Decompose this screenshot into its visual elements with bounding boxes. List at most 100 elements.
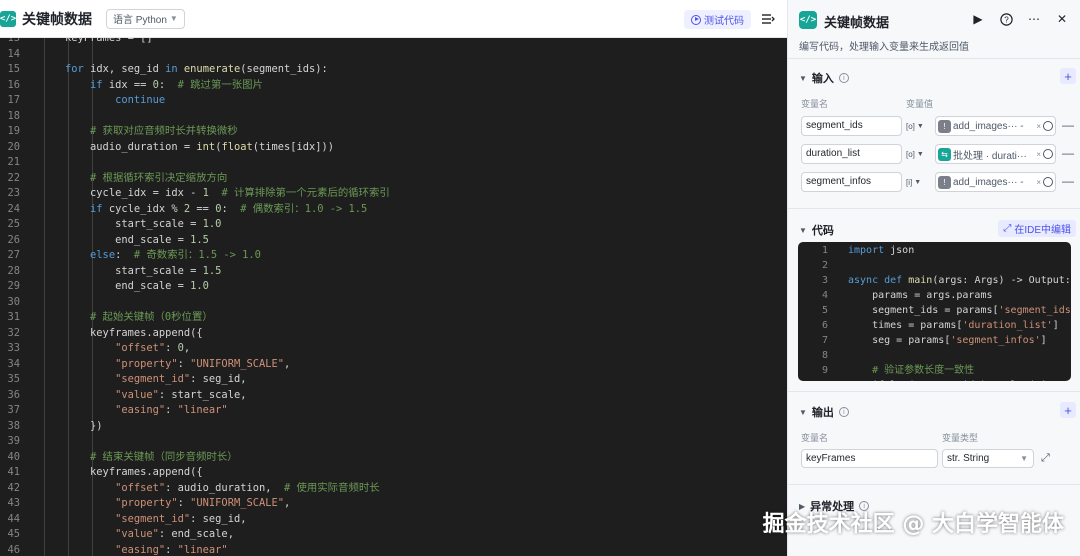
remove-input-icon[interactable]: —	[1062, 118, 1074, 132]
code-line: 15 for idx, seg_id in enumerate(segment_…	[0, 62, 787, 78]
test-code-button[interactable]: 测试代码	[684, 10, 751, 29]
output-section-header[interactable]: ▼ 输出 i	[799, 404, 849, 420]
input-type-select[interactable]: [i] ▼	[906, 172, 936, 192]
language-select[interactable]: 语言 Python ▼	[106, 8, 185, 29]
code-token: 'duration_list'	[962, 320, 1053, 331]
input-type-select[interactable]: [o] ▼	[906, 116, 936, 136]
code-section-header[interactable]: ▼ 代码	[799, 222, 834, 238]
code-token: cycle_idx = idx -	[40, 187, 203, 199]
node-badge-icon: ⇆	[938, 147, 951, 161]
code-token: :	[177, 357, 191, 370]
line-text: "property": "UNIFORM_SCALE",	[40, 496, 290, 512]
code-token: "segment_id"	[115, 373, 191, 385]
editor-header: </> 关键帧数据 语言 Python ▼ 测试代码	[0, 0, 787, 38]
input-col-value-label: 变量值	[906, 99, 934, 109]
line-text: end_scale = 1.5	[40, 233, 209, 249]
line-number: 29	[7, 280, 20, 292]
edit-in-ide-button[interactable]: ⤢ 在IDE中编辑	[998, 220, 1076, 237]
input-name-field[interactable]: segment_infos	[801, 172, 902, 192]
code-token: keyFrames = []	[40, 38, 153, 44]
code-token: "offset"	[115, 481, 166, 494]
line-text: if cycle_idx % 2 == 0: # 偶数索引：1.0 -> 1.5	[40, 202, 367, 218]
help-icon[interactable]: ?	[999, 12, 1013, 26]
line-number: 4	[821, 290, 828, 301]
code-token: : seg_id,	[190, 512, 247, 525]
line-text: audio_duration = int(float(times[idx]))	[40, 140, 334, 156]
run-icon[interactable]: ▶	[971, 12, 985, 26]
chevron-down-icon: ▼	[799, 225, 807, 235]
code-line: 31 # 起始关键帧（0秒位置）	[0, 310, 787, 326]
code-line: 40 # 结束关键帧（同步音频时长）	[0, 450, 787, 466]
code-token: for	[65, 63, 84, 75]
panel-title[interactable]: 关键帧数据	[824, 12, 889, 31]
expand-icon[interactable]: ⤢	[1041, 452, 1050, 465]
code-line: 25 start_scale = 1.0	[0, 217, 787, 233]
line-number: 23	[7, 187, 20, 199]
input-reference-field[interactable]: ⇆ 批处理 · durati··· ×	[935, 144, 1056, 164]
input-name-field[interactable]: duration_list	[801, 144, 902, 164]
variable-picker-icon[interactable]	[1043, 149, 1053, 159]
input-section-header[interactable]: ▼ 输入 i	[799, 70, 849, 86]
line-number: 10	[798, 378, 828, 381]
line-number: 40	[7, 450, 20, 463]
code-token: json	[884, 245, 915, 256]
code-line: 28 start_scale = 1.5	[0, 264, 787, 280]
line-number: 36	[7, 388, 20, 401]
code-preview[interactable]: 1 import json 2 3 async def main(args: Args)…	[798, 242, 1071, 381]
line-number: 20	[7, 140, 20, 153]
collapse-menu-icon[interactable]	[761, 12, 775, 26]
line-number: 34	[7, 357, 20, 370]
code-token: "UNIFORM_SCALE"	[190, 497, 284, 509]
code-token: "UNIFORM_SCALE"	[190, 357, 284, 370]
divider	[788, 58, 1080, 59]
line-text: # 根据循环索引决定缩放方向	[40, 171, 227, 187]
input-reference-field[interactable]: ! add_images··· - ×	[935, 116, 1056, 136]
line-number: 41	[7, 466, 20, 478]
code-token: "offset"	[115, 342, 166, 354]
input-name-field[interactable]: segment_ids	[801, 116, 902, 136]
code-line: 13 keyFrames = []	[0, 38, 787, 47]
more-icon[interactable]: ⋯	[1027, 12, 1041, 26]
line-text: params = args.params	[848, 288, 992, 303]
line-number: 26	[7, 233, 20, 246]
output-type-select[interactable]: str. String ▼	[942, 449, 1034, 468]
remove-input-icon[interactable]: —	[1062, 146, 1074, 160]
code-token: 1.0	[190, 280, 209, 292]
node-badge-icon: !	[938, 119, 951, 133]
edit-in-ide-label: 在IDE中编辑	[1014, 225, 1071, 236]
line-text: else: # 奇数索引：1.5 -> 1.0	[40, 248, 261, 264]
input-reference-field[interactable]: ! add_images··· - ×	[935, 172, 1056, 192]
line-number: 37	[7, 404, 20, 416]
code-token: # 根据循环索引决定缩放方向	[90, 171, 228, 184]
code-token: "segment_id"	[115, 512, 191, 525]
output-name-field[interactable]: keyFrames	[801, 449, 938, 468]
info-icon[interactable]: i	[838, 73, 849, 83]
language-select-label: 语言 Python	[113, 15, 167, 26]
add-input-button[interactable]: +	[1060, 68, 1076, 84]
code-line: 6 times = params['duration_list']	[798, 318, 1071, 333]
code-editor[interactable]: 13 keyFrames = [] 14 15 for idx, seg_id in…	[0, 38, 787, 556]
code-token: "value"	[115, 388, 159, 401]
add-output-button[interactable]: +	[1060, 402, 1076, 418]
line-text: for idx, seg_id in enumerate(segment_ids…	[40, 62, 328, 78]
line-text: end_scale = 1.0	[40, 279, 209, 295]
code-token: async	[848, 275, 879, 286]
clear-icon[interactable]: ×	[1036, 178, 1041, 187]
remove-input-icon[interactable]: —	[1062, 174, 1074, 188]
code-line: 46 "easing": "linear"	[0, 543, 787, 556]
chevron-down-icon: ▼	[169, 14, 178, 23]
code-line: 32 keyframes.append({	[0, 326, 787, 342]
clear-icon[interactable]: ×	[1036, 150, 1041, 159]
clear-icon[interactable]: ×	[1036, 122, 1041, 131]
code-token: # 结束关键帧（同步音频时长）	[90, 450, 238, 463]
close-icon[interactable]: ✕	[1055, 12, 1069, 26]
input-type-select[interactable]: [o] ▼	[906, 144, 936, 164]
line-text: start_scale = 1.5	[40, 264, 221, 280]
variable-picker-icon[interactable]	[1043, 177, 1053, 187]
line-text: "segment_id": seg_id,	[40, 512, 246, 528]
variable-picker-icon[interactable]	[1043, 121, 1053, 131]
info-icon[interactable]: i	[838, 407, 849, 417]
